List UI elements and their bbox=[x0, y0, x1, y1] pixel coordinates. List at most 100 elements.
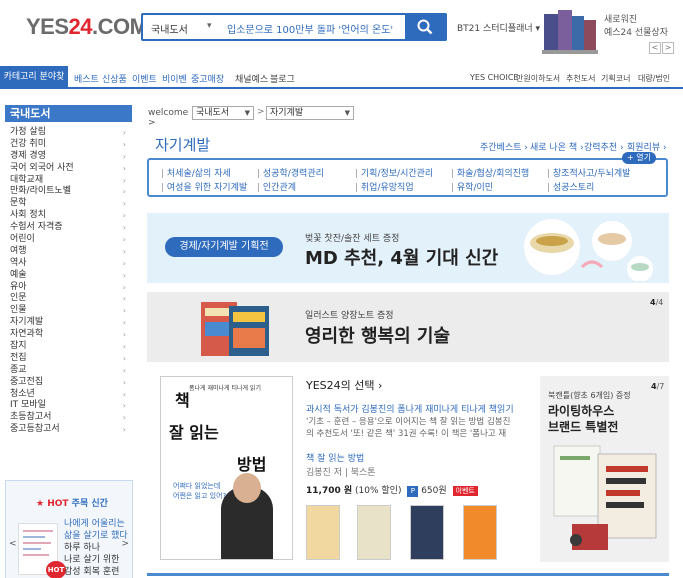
gift-box-text[interactable]: 새로워진 예스24 선물상자 bbox=[604, 14, 668, 40]
subcategory-link[interactable]: 처세술/삶의 자세 bbox=[161, 166, 231, 179]
nav-special-corner[interactable]: 기획코너 bbox=[601, 73, 630, 84]
search-button[interactable] bbox=[405, 13, 447, 41]
chevron-right-icon: › bbox=[122, 270, 126, 280]
hot-prev-button[interactable]: < bbox=[9, 539, 17, 549]
sidebar-item[interactable]: 자연과학 › bbox=[10, 329, 128, 341]
sidebar-item[interactable]: 국어 외국어 사전 › bbox=[10, 163, 128, 175]
chevron-down-icon[interactable]: ▾ bbox=[207, 21, 212, 31]
nav-recommended[interactable]: 추천도서 bbox=[566, 73, 595, 84]
sidebar-item[interactable]: 중고등참고서 › bbox=[10, 424, 128, 436]
subcategory-link[interactable]: 인간관계 bbox=[257, 180, 296, 193]
related-book-thumb[interactable] bbox=[463, 505, 497, 560]
next-button[interactable]: > bbox=[662, 42, 674, 54]
subcategory-link[interactable]: 기획/정보/시간관리 bbox=[355, 166, 433, 179]
subcategory-link[interactable]: 유학/이민 bbox=[451, 180, 493, 193]
md-recommend-banner[interactable]: 경제/자기계발 기획전 벚꽃 찻잔/솔잔 세트 증정 MD 추천, 4월 기대 … bbox=[147, 213, 669, 283]
breadcrumb-level1-select[interactable]: 국내도서 ▼ bbox=[192, 106, 254, 120]
sidebar-item-label: 유아 bbox=[10, 281, 27, 292]
sidebar-item[interactable]: 예술 › bbox=[10, 270, 128, 282]
logo-number: 24 bbox=[68, 14, 93, 39]
cover-quote-1: 어쩌다 읽었는데 bbox=[173, 482, 221, 490]
strong-recommend-link[interactable]: 강력추천 › bbox=[584, 140, 624, 153]
sidebar-item-label: 인문 bbox=[10, 293, 27, 304]
prev-button[interactable]: < bbox=[649, 42, 661, 54]
bt21-promo-link[interactable]: BT21 스터디플래너 ▾ bbox=[457, 21, 540, 34]
sidebar-item[interactable]: 문학 › bbox=[10, 198, 128, 210]
sidebar-title[interactable]: 국내도서 bbox=[5, 105, 132, 122]
nav-new[interactable]: 신상품 bbox=[102, 72, 127, 85]
nav-used-store[interactable]: 중고매장 bbox=[191, 72, 224, 85]
sidebar-item[interactable]: IT 모바일 › bbox=[10, 400, 128, 412]
featured-book-title[interactable]: 책 잘 읽는 방법 bbox=[306, 451, 364, 464]
new-books-link[interactable]: 새로 나온 책 › bbox=[530, 140, 584, 153]
sidebar-item[interactable]: 유아 › bbox=[10, 282, 128, 294]
nav-bulk-order[interactable]: 대량/법인 bbox=[638, 73, 670, 84]
sidebar-item[interactable]: 건강 취미 › bbox=[10, 139, 128, 151]
nav-yes-choice[interactable]: YES CHOICE bbox=[470, 73, 518, 82]
subcategory-link[interactable]: 성공스토리 bbox=[547, 180, 594, 193]
sidebar-item[interactable]: 인물 › bbox=[10, 305, 128, 317]
sidebar-item[interactable]: 중고전집 › bbox=[10, 377, 128, 389]
sidebar-item[interactable]: 경제 경영 › bbox=[10, 151, 128, 163]
related-book-thumb[interactable] bbox=[357, 505, 391, 560]
sidebar-item[interactable]: 사회 정치 › bbox=[10, 210, 128, 222]
chevron-right-icon: › bbox=[122, 330, 126, 340]
search-input[interactable]: 입소문으로 100만부 돌파 '언어의 온도' bbox=[227, 21, 393, 36]
sidebar-item-label: 인물 bbox=[10, 305, 27, 316]
sidebar-item[interactable]: 가정 살림 › bbox=[10, 127, 128, 139]
hot-next-button[interactable]: > bbox=[121, 539, 129, 549]
chevron-right-icon: › bbox=[122, 353, 126, 363]
subcategory-link[interactable]: 창조적사고/두뇌계발 bbox=[547, 166, 631, 179]
sidebar-item[interactable]: 수험서 자격증 › bbox=[10, 222, 128, 234]
sidebar-item[interactable]: 대학교재 › bbox=[10, 175, 128, 187]
nav-best[interactable]: 베스트 bbox=[74, 72, 99, 85]
sidebar-category-list: 가정 살림 › 건강 취미 › 경제 경영 › 국어 외국어 사전 › 대학교재 › 만화… bbox=[10, 127, 128, 436]
sidebar-item[interactable]: 여행 › bbox=[10, 246, 128, 258]
nav-non-event[interactable]: 비이벤 bbox=[162, 72, 187, 85]
subcategory-link[interactable]: 여성을 위한 자기계발 bbox=[161, 180, 247, 193]
breadcrumb-home[interactable]: welcome > bbox=[148, 108, 188, 128]
sidebar-item[interactable]: 역사 › bbox=[10, 258, 128, 270]
yes24-choice-heading[interactable]: YES24의 선택 › bbox=[306, 377, 382, 393]
nav-channel-yes[interactable]: 채널예스 bbox=[235, 72, 268, 85]
hot-book-text[interactable]: 나에게 어울리는 삶을 살기로 했다 하루 하나 나로 살기 위한 감성 회복 … bbox=[64, 518, 129, 578]
breadcrumb-level2-select[interactable]: 자기계발 ▼ bbox=[266, 106, 354, 120]
nav-event[interactable]: 이벤트 bbox=[132, 72, 157, 85]
pager-total: /7 bbox=[656, 382, 665, 391]
nav-blog[interactable]: 블로그 bbox=[270, 72, 295, 85]
subcategory-link[interactable]: 화술/협상/회의진행 bbox=[451, 166, 529, 179]
sidebar-item[interactable]: 초등참고서 › bbox=[10, 412, 128, 424]
sidebar-item[interactable]: 청소년 › bbox=[10, 389, 128, 401]
related-book-thumb[interactable] bbox=[306, 505, 340, 560]
category-finder-button[interactable]: 카테고리 분야찾기 bbox=[0, 66, 68, 105]
sidebar-item[interactable]: 인문 › bbox=[10, 293, 128, 305]
featured-book-cover[interactable]: 폼나게 재미나게 티나게 읽기 책 잘 읽는 방법 어쩌다 읽었는데 어쩐은 읽고… bbox=[160, 376, 293, 560]
search-scope-select[interactable]: 국내도서 bbox=[151, 21, 188, 36]
sidebar-item-label: 가정 살림 bbox=[10, 127, 46, 137]
sidebar-item[interactable]: 전집 › bbox=[10, 353, 128, 365]
sidebar-item[interactable]: 어린이 › bbox=[10, 234, 128, 246]
expand-button[interactable]: + 열기 bbox=[622, 152, 656, 164]
sidebar-item[interactable]: 종교 › bbox=[10, 365, 128, 377]
hot-widget-title: ★ HOT 주목 신간 bbox=[36, 496, 108, 509]
weekly-best-link[interactable]: 주간베스트 › bbox=[480, 140, 528, 153]
gift-box-image[interactable] bbox=[540, 6, 598, 56]
sidebar-item-label: 만화/라이트노벨 bbox=[10, 186, 71, 197]
chevron-down-icon: ▼ bbox=[244, 109, 250, 117]
sidebar-item-label: 종교 bbox=[10, 364, 27, 375]
subcategory-link[interactable]: 성공학/경력관리 bbox=[257, 166, 324, 179]
hot-line1: 나에게 어울리는 bbox=[64, 519, 125, 529]
writing-house-promo[interactable]: 북캔틀(향초 6개입) 증정 라이팅하우스 브랜드 특별전 4/7 bbox=[540, 376, 669, 562]
related-book-thumb[interactable] bbox=[410, 505, 444, 560]
hot-badge: HOT bbox=[46, 561, 66, 578]
featured-headline[interactable]: 과시적 독서가 김봉진의 폼나게 재미나게 티나게 책읽기 bbox=[306, 402, 514, 415]
sidebar-item[interactable]: 잡지 › bbox=[10, 341, 128, 353]
happiness-book-banner[interactable]: 일러스트 양장노트 증정 영리한 행복의 기술 4/4 bbox=[147, 292, 669, 362]
yes24-logo[interactable]: YES24.COM bbox=[26, 14, 148, 40]
sidebar-item[interactable]: 만화/라이트노벨 › bbox=[10, 186, 128, 198]
nav-under-10000[interactable]: 만원이하도서 bbox=[516, 73, 560, 84]
featured-desc-line2: 의 추천도서 '또! 같은 책' 31권 수록! 이 책은 '폼나고 재 bbox=[306, 429, 507, 439]
sidebar-item[interactable]: 자기계발 › bbox=[10, 317, 128, 329]
choice-heading-text: YES24의 선택 bbox=[306, 379, 375, 392]
subcategory-link[interactable]: 취업/유망직업 bbox=[355, 180, 414, 193]
